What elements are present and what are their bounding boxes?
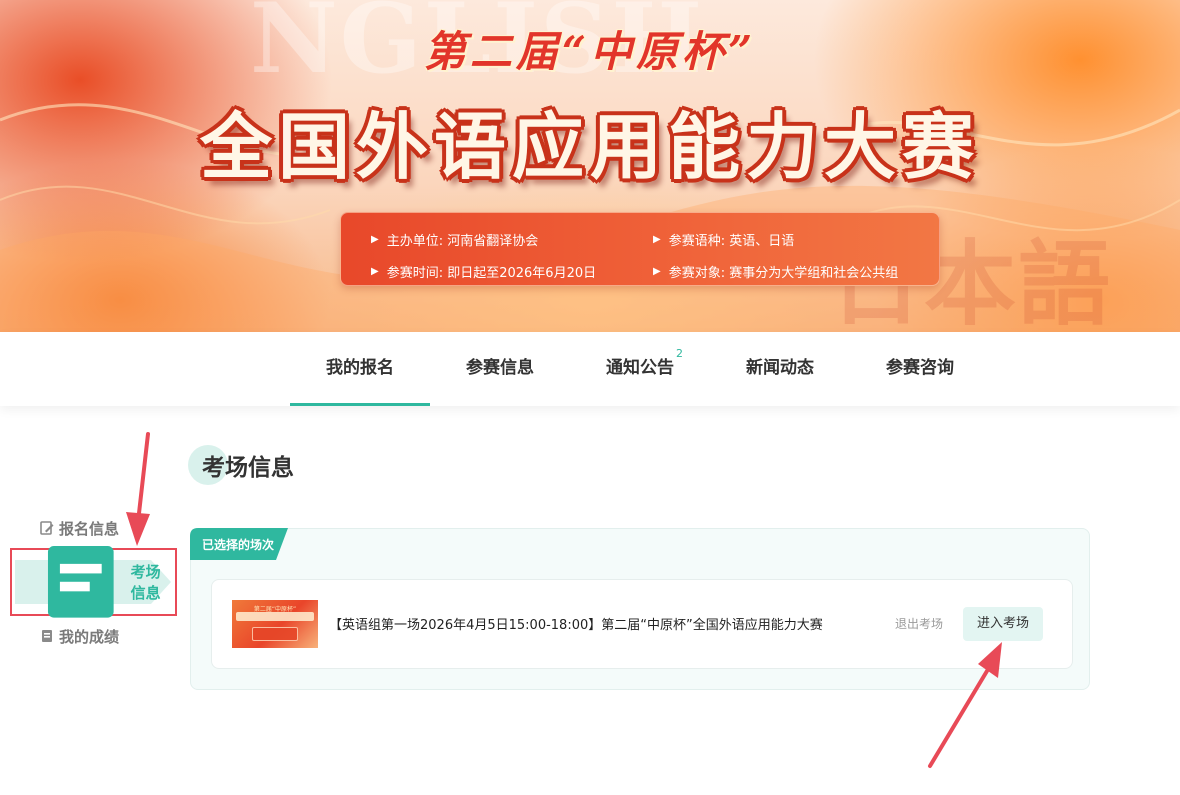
info-participants: ▶ 参赛对象: 赛事分为大学组和社会公共组: [653, 259, 935, 286]
nav-tab-label: 参赛信息: [466, 358, 534, 378]
banner: NGLISH 日本語 第二届“中原杯” 全国外语应用能力大赛 ▶ 主办单位: 河…: [0, 0, 1180, 332]
exam-icon: [47, 546, 114, 618]
triangle-right-icon: ▶: [653, 266, 661, 278]
page-title: 考场信息: [202, 455, 294, 481]
info-organizer-text: 主办单位: 河南省翻译协会: [386, 233, 539, 249]
selected-session-panel: 已选择的场次 第二届“中原杯” 【英语组第一场2026年4月5日15:00-18…: [190, 528, 1090, 690]
chip-label: 已选择的场次: [202, 537, 275, 552]
banner-main-title: 全国外语应用能力大赛: [199, 105, 980, 189]
edit-icon: [40, 521, 54, 535]
nav-tab-competition-info[interactable]: 参赛信息: [430, 332, 570, 406]
main-nav: 我的报名 参赛信息 通知公告 2 新闻动态 参赛咨询: [0, 332, 1180, 406]
exit-exam-button[interactable]: 退出考场: [895, 615, 943, 632]
sidebar-item-label: 报名信息: [59, 519, 120, 538]
nav-tab-news[interactable]: 新闻动态: [710, 332, 850, 406]
thumbnail-title-bar: [236, 612, 314, 621]
nav-tab-notices[interactable]: 通知公告 2: [570, 332, 710, 406]
session-title: 【英语组第一场2026年4月5日15:00-18:00】第二届“中原杯”全国外语…: [329, 618, 823, 633]
triangle-right-icon: ▶: [371, 266, 379, 278]
nav-tab-label: 新闻动态: [746, 358, 814, 378]
info-languages: ▶ 参赛语种: 英语、日语: [653, 226, 935, 253]
nav-tab-label: 我的报名: [326, 358, 394, 378]
banner-subtitle: 第二届“中原杯”: [423, 27, 757, 76]
thumbnail-info-box: [252, 627, 298, 641]
info-time-text: 参赛时间: 即日起至2026年6月20日: [386, 266, 597, 282]
nav-tab-my-registration[interactable]: 我的报名: [290, 332, 430, 406]
info-organizer: ▶ 主办单位: 河南省翻译协会: [371, 226, 653, 253]
sidebar-item-label: 考场信息: [130, 563, 161, 602]
sidebar-active-tab: 考场信息: [15, 546, 171, 618]
score-icon: [42, 630, 52, 642]
selected-session-chip: 已选择的场次: [190, 528, 288, 560]
triangle-right-icon: ▶: [653, 233, 661, 245]
nav-tab-label: 通知公告: [606, 358, 674, 378]
arrow-to-sidebar-icon: [126, 432, 150, 546]
info-time: ▶ 参赛时间: 即日起至2026年6月20日: [371, 259, 653, 286]
session-card: 第二届“中原杯” 【英语组第一场2026年4月5日15:00-18:00】第二届…: [211, 579, 1073, 669]
session-thumbnail: 第二届“中原杯”: [232, 600, 318, 648]
sidebar-item-exam-info[interactable]: 考场信息: [15, 546, 171, 618]
sidebar-item-label: 我的成绩: [59, 627, 120, 646]
info-languages-text: 参赛语种: 英语、日语: [668, 233, 795, 249]
triangle-right-icon: ▶: [371, 233, 379, 245]
enter-exam-button[interactable]: 进入考场: [963, 607, 1043, 641]
section-title: 考场信息: [188, 445, 294, 485]
nav-tab-consultation[interactable]: 参赛咨询: [850, 332, 990, 406]
banner-info-box: ▶ 主办单位: 河南省翻译协会 ▶ 参赛语种: 英语、日语 ▶ 参赛时间: 即日…: [340, 212, 940, 286]
sidebar-item-registration-info[interactable]: 报名信息: [40, 513, 119, 543]
info-participants-text: 参赛对象: 赛事分为大学组和社会公共组: [668, 266, 899, 282]
nav-tab-label: 参赛咨询: [886, 358, 954, 378]
notice-count-badge: 2: [676, 347, 683, 360]
sidebar-item-my-scores[interactable]: 我的成绩: [40, 621, 119, 651]
